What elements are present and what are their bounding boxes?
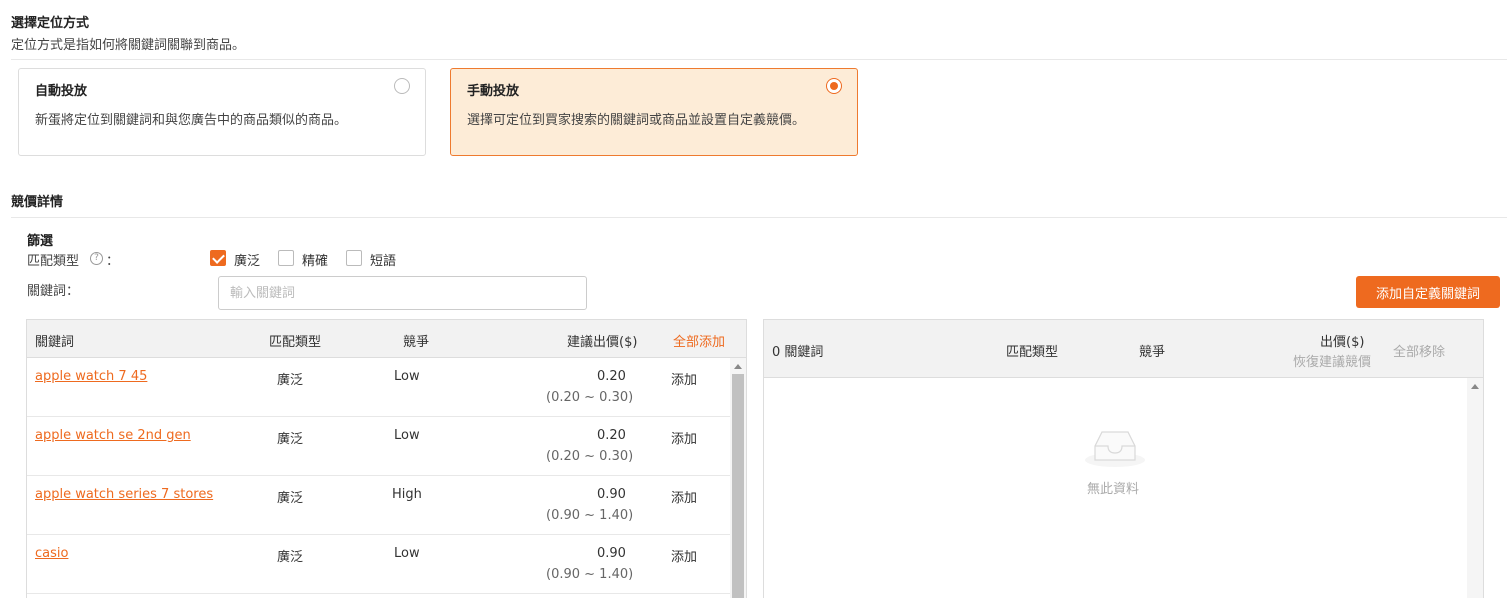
match-broad-label[interactable]: 廣泛 [234,250,260,269]
keyword-link[interactable]: apple watch series 7 stores [35,487,213,502]
column-header-competition: 競爭 [403,335,430,350]
competition-cell: Low [394,428,420,443]
match-exact-checkbox[interactable] [278,250,294,266]
suggested-table-scrollbar[interactable] [730,358,746,598]
section-divider [11,217,1507,218]
suggested-keywords-table: 關鍵詞 匹配類型 競爭 建議出價($) 全部添加 apple watch 7 4… [26,319,747,598]
match-exact-label[interactable]: 精確 [302,250,328,269]
bid-range-cell: (0.90 ~ 1.40) [546,508,634,523]
scroll-up-arrow-icon[interactable] [734,364,742,369]
table-row: apple watch series 7 stores 廣泛 High 0.90… [27,476,730,535]
empty-state-text: 無此資料 [1087,482,1140,497]
section-divider [11,59,1507,60]
keyword-link[interactable]: apple watch 7 45 [35,369,147,384]
targeting-heading: 選擇定位方式 [11,16,90,31]
auto-targeting-radio[interactable] [394,78,410,94]
restore-suggested-bid-link[interactable]: 恢復建議競價 [1293,351,1371,370]
auto-targeting-description: 新蛋將定位到關鍵詞和與您廣告中的商品類似的商品。 [35,113,348,128]
competition-cell: High [392,487,422,502]
match-type-cell: 廣泛 [277,491,304,506]
keyword-link[interactable]: apple watch se 2nd gen [35,428,191,443]
table-header: 0 關鍵詞 匹配類型 競爭 出價($) 恢復建議競價 全部移除 [764,320,1483,378]
bid-cell: 0.90 [597,546,626,561]
remove-all-link[interactable]: 全部移除 [1393,341,1445,360]
match-type-colon: ： [106,254,120,269]
competition-cell: Low [394,369,420,384]
add-all-link[interactable]: 全部添加 [673,331,725,350]
manual-targeting-card[interactable]: 手動投放 選擇可定位到買家搜索的關鍵詞或商品並設置自定義競價。 [450,68,858,156]
match-type-cell: 廣泛 [277,550,304,565]
keyword-search-input[interactable] [218,276,587,310]
bid-cell: 0.90 [597,487,626,502]
selected-keyword-count: 0 關鍵詞 [772,345,824,360]
table-row: apple watch se 2nd gen 廣泛 Low 0.20 (0.20… [27,417,730,476]
add-keyword-link[interactable]: 添加 [671,487,697,506]
selected-table-scrollbar[interactable] [1467,378,1483,598]
bid-range-cell: (0.90 ~ 1.40) [546,567,634,582]
filter-heading: 篩選 [27,234,54,249]
scrollbar-thumb[interactable] [732,374,744,598]
match-broad-checkbox[interactable] [210,250,226,266]
column-header-keyword: 關鍵詞 [35,335,75,350]
match-type-cell: 廣泛 [277,432,304,447]
auto-targeting-title: 自動投放 [35,84,88,99]
table-row: apple watch 7 45 廣泛 Low 0.20 (0.20 ~ 0.3… [27,358,730,417]
bidding-heading: 競價詳情 [11,195,64,210]
auto-targeting-card[interactable]: 自動投放 新蛋將定位到關鍵詞和與您廣告中的商品類似的商品。 [18,68,426,156]
bid-range-cell: (0.20 ~ 0.30) [546,449,634,464]
selected-keywords-table: 0 關鍵詞 匹配類型 競爭 出價($) 恢復建議競價 全部移除 無此資料 [763,319,1484,598]
competition-cell: Low [394,546,420,561]
keyword-label: 關鍵詞： [27,284,80,299]
empty-inbox-icon [1085,426,1145,472]
bid-cell: 0.20 [597,428,626,443]
match-phrase-label[interactable]: 短語 [370,250,396,269]
bid-range-cell: (0.20 ~ 0.30) [546,390,634,405]
table-header: 關鍵詞 匹配類型 競爭 建議出價($) 全部添加 [27,320,746,358]
column-header-match-type: 匹配類型 [269,335,322,350]
match-type-cell: 廣泛 [277,373,304,388]
column-header-match-type: 匹配類型 [1006,345,1059,360]
column-header-bid: 出價($) [1320,335,1365,350]
column-header-competition: 競爭 [1139,345,1166,360]
add-keyword-link[interactable]: 添加 [671,546,697,565]
add-keyword-link[interactable]: 添加 [671,369,697,388]
add-custom-keyword-button[interactable]: 添加自定義關鍵詞 [1356,276,1500,308]
targeting-description: 定位方式是指如何將關鍵詞關聯到商品。 [11,38,246,53]
scroll-up-arrow-icon[interactable] [1471,384,1479,389]
match-type-label: 匹配類型 [27,254,80,269]
match-phrase-checkbox[interactable] [346,250,362,266]
keyword-link[interactable]: casio [35,546,68,561]
add-keyword-link[interactable]: 添加 [671,428,697,447]
question-circle-icon[interactable]: ? [90,252,103,265]
manual-targeting-title: 手動投放 [467,84,520,99]
bid-cell: 0.20 [597,369,626,384]
column-header-suggested-bid: 建議出價($) [567,335,638,350]
table-row: casio 廣泛 Low 0.90 (0.90 ~ 1.40) 添加 [27,535,730,594]
manual-targeting-description: 選擇可定位到買家搜索的關鍵詞或商品並設置自定義競價。 [467,113,806,128]
manual-targeting-radio[interactable] [826,78,842,94]
